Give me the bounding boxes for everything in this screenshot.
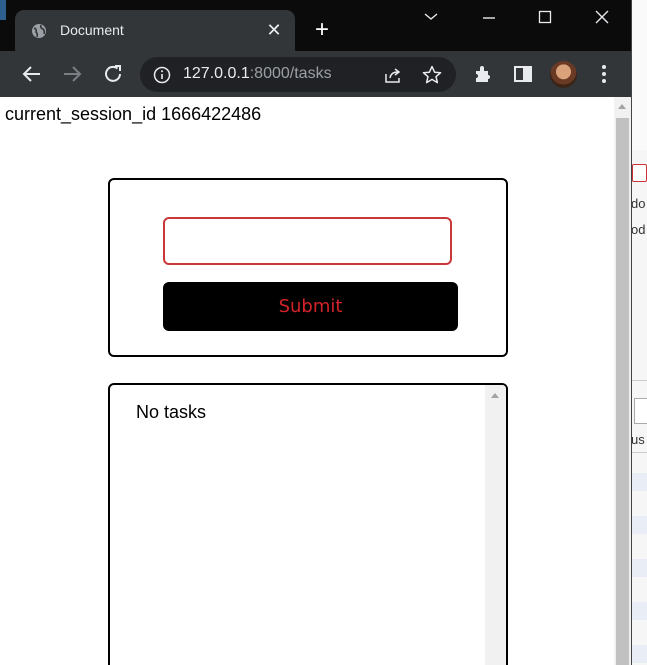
background-row <box>630 559 647 577</box>
profile-avatar[interactable] <box>550 61 577 88</box>
tab-title: Document <box>60 22 124 38</box>
task-list-scrollbar[interactable] <box>485 385 506 665</box>
url-host: 127.0.0.1 <box>183 65 250 82</box>
page-scroll-thumb[interactable] <box>616 118 629 665</box>
star-icon[interactable] <box>421 64 443 86</box>
forward-arrow-icon[interactable] <box>60 62 84 86</box>
submit-button[interactable]: Submit <box>163 282 458 331</box>
minimize-icon[interactable] <box>476 6 502 28</box>
url-path: :8000/tasks <box>249 65 332 82</box>
share-icon[interactable] <box>383 65 403 85</box>
browser-toolbar: 127.0.0.1:8000/tasks <box>0 51 631 97</box>
background-row <box>630 602 647 620</box>
task-list-card: No tasks <box>108 383 508 665</box>
info-icon[interactable] <box>153 66 171 84</box>
maximize-icon[interactable] <box>532 6 558 28</box>
background-row <box>630 473 647 491</box>
title-bar: Document ✕ + <box>0 0 631 51</box>
menu-dots-icon[interactable] <box>597 63 611 85</box>
extensions-icon[interactable] <box>472 63 494 85</box>
address-bar[interactable]: 127.0.0.1:8000/tasks <box>140 57 456 92</box>
empty-tasks-message: No tasks <box>136 402 207 422</box>
background-app-icon <box>632 164 647 182</box>
background-divider <box>630 380 647 381</box>
browser-tab[interactable]: Document ✕ <box>15 10 295 51</box>
background-window-panel <box>630 0 647 150</box>
background-text-fragment: do <box>631 196 646 211</box>
desktop-edge <box>0 0 6 20</box>
browser-window: Document ✕ + 127.0.0.1:8000/tasks curren… <box>0 0 632 665</box>
reload-icon[interactable] <box>101 62 125 86</box>
back-arrow-icon[interactable] <box>20 62 44 86</box>
background-row <box>630 516 647 534</box>
background-text-fragment: od <box>631 222 646 237</box>
new-tab-button[interactable]: + <box>311 18 333 42</box>
url-text[interactable]: 127.0.0.1:8000/tasks <box>183 65 332 83</box>
background-field <box>634 398 647 424</box>
side-panel-icon[interactable] <box>512 63 534 85</box>
tab-search-chevron-icon[interactable] <box>418 6 444 28</box>
page-viewport: current_session_id 1666422486 Submit No … <box>0 97 614 665</box>
background-text-fragment: us <box>631 432 645 447</box>
session-id-text: current_session_id 1666422486 <box>5 104 262 124</box>
page-scroll-up-arrow-icon[interactable] <box>618 104 626 109</box>
task-input[interactable] <box>163 217 452 265</box>
globe-icon <box>31 23 47 39</box>
task-form-card: Submit <box>108 178 508 357</box>
background-window: do od us <box>630 0 647 665</box>
scroll-up-arrow-icon[interactable] <box>491 393 499 398</box>
background-divider <box>630 452 647 453</box>
background-row <box>630 645 647 663</box>
page-scrollbar[interactable] <box>614 97 631 665</box>
close-window-icon[interactable] <box>589 6 615 28</box>
close-tab-icon[interactable]: ✕ <box>264 20 284 40</box>
